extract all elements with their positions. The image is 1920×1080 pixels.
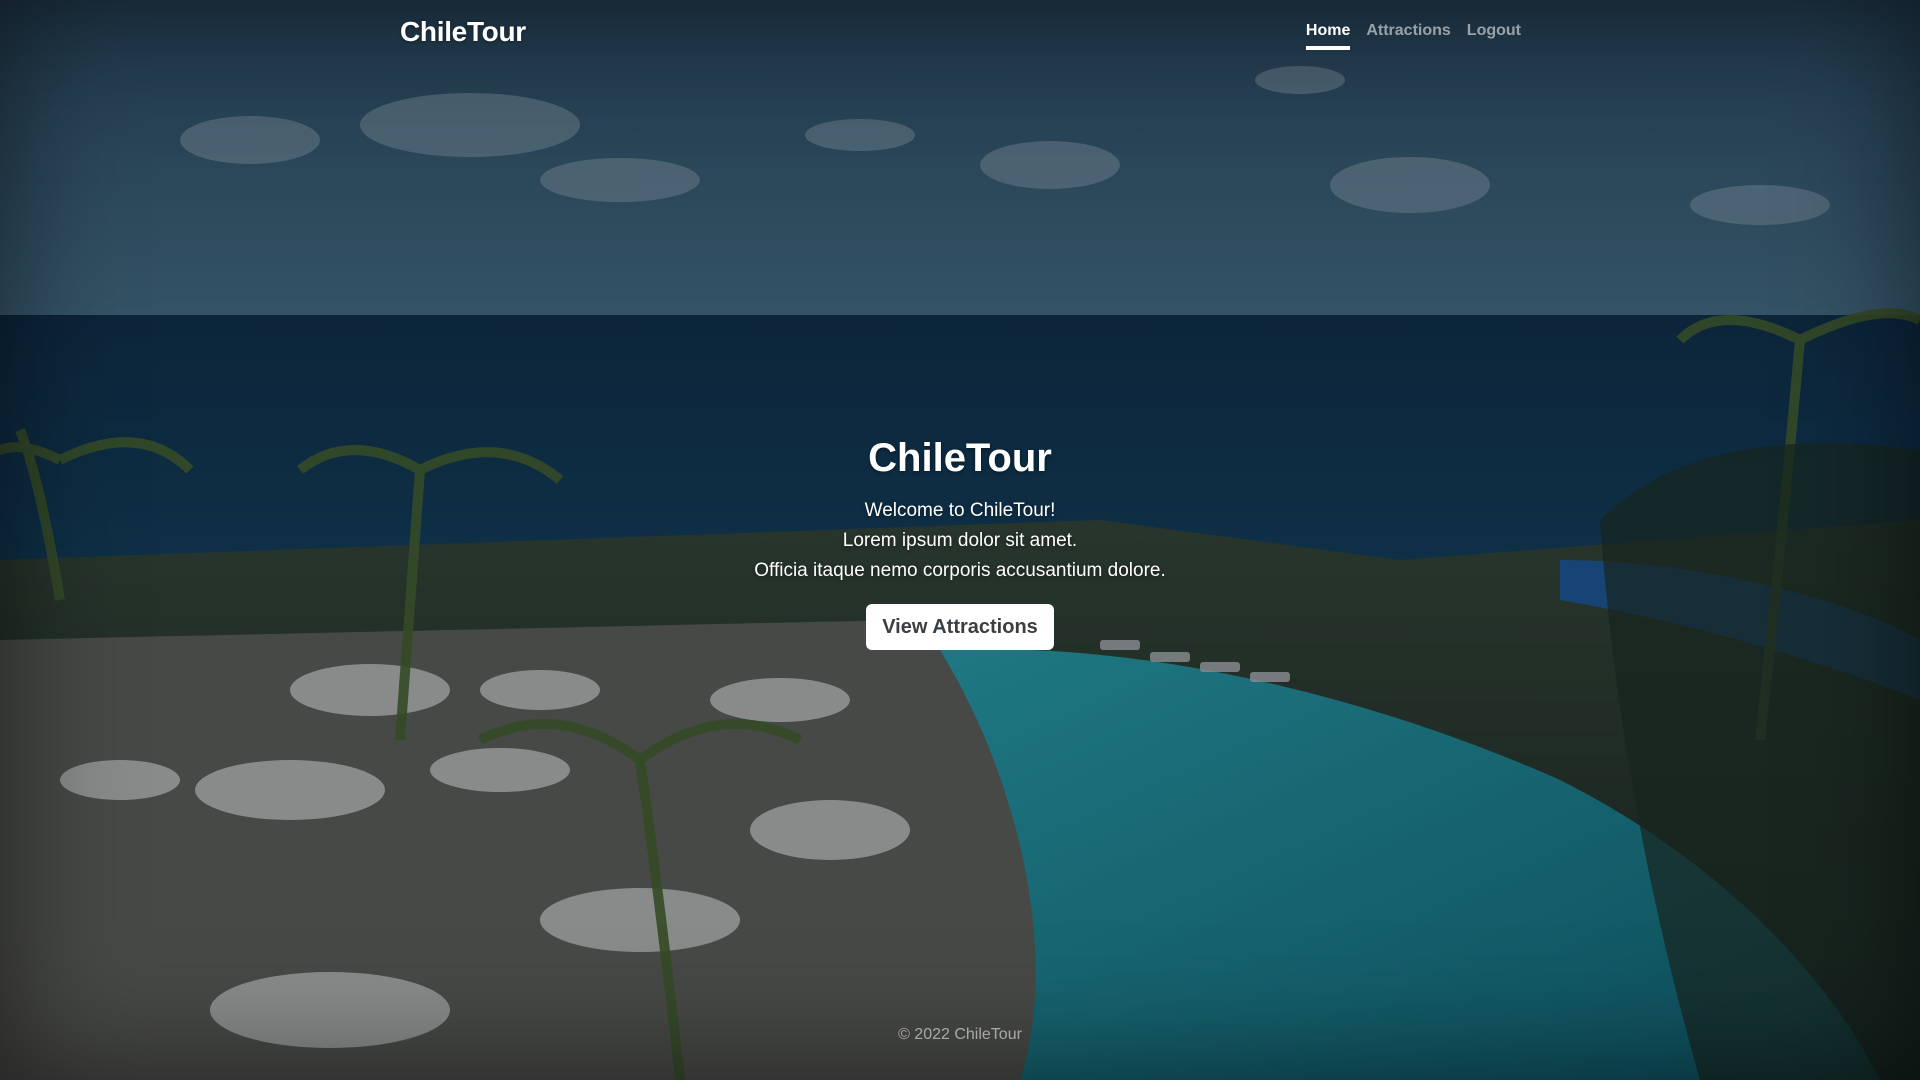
hero-line-welcome: Welcome to ChileTour! bbox=[864, 500, 1056, 521]
hero: ChileTour Welcome to ChileTour! Lorem ip… bbox=[0, 432, 1920, 650]
hero-title: ChileTour bbox=[868, 436, 1052, 480]
site-header: ChileTour Home Attractions Logout bbox=[0, 0, 1920, 70]
brand-logo[interactable]: ChileTour bbox=[400, 16, 526, 48]
nav-home[interactable]: Home bbox=[1305, 22, 1351, 50]
main-nav: Home Attractions Logout bbox=[1305, 22, 1521, 50]
nav-logout[interactable]: Logout bbox=[1467, 22, 1521, 50]
footer-copyright: © 2022 ChileTour bbox=[898, 1026, 1022, 1043]
view-attractions-button[interactable]: View Attractions bbox=[866, 604, 1054, 650]
hero-line-officia: Officia itaque nemo corporis accusantium… bbox=[754, 560, 1166, 581]
hero-text: Welcome to ChileTour! Lorem ipsum dolor … bbox=[0, 496, 1920, 586]
nav-attractions[interactable]: Attractions bbox=[1366, 22, 1450, 50]
page: ChileTour Home Attractions Logout ChileT… bbox=[0, 0, 1920, 1080]
hero-line-lorem: Lorem ipsum dolor sit amet. bbox=[842, 530, 1078, 551]
